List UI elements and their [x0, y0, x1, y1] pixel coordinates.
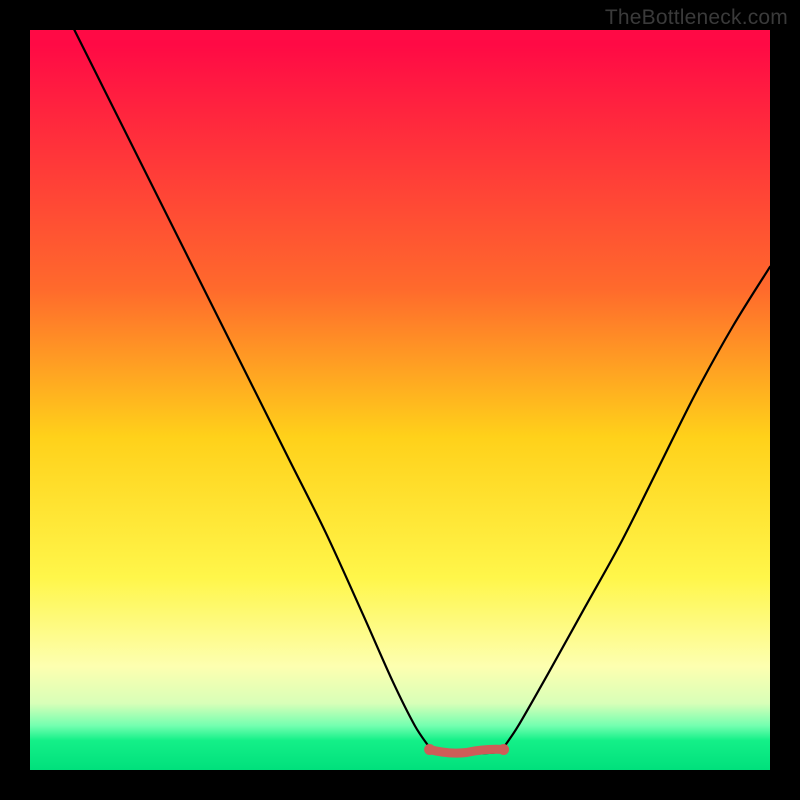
gradient-background — [30, 30, 770, 770]
chart-frame: TheBottleneck.com — [0, 0, 800, 800]
plot-area — [30, 30, 770, 770]
site-watermark: TheBottleneck.com — [605, 6, 788, 30]
